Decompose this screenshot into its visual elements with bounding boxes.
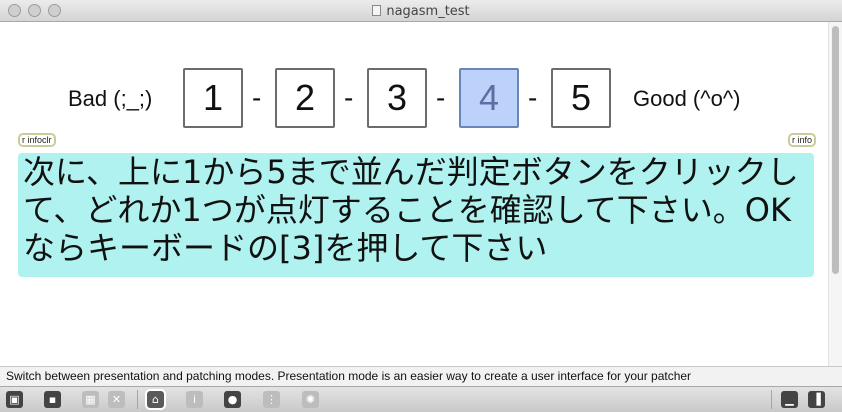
object-palette-icon[interactable]: ▦ <box>82 391 99 408</box>
rating-button-3[interactable]: 3 <box>367 68 427 128</box>
bottom-toolbar: ▣ ▪ ▦ ✕ ⌂ i ● ⋮ ✺ ▁ ▐ <box>0 386 842 412</box>
patcher-window-icon[interactable]: ▁ <box>781 391 798 408</box>
debug-icon[interactable]: ● <box>224 391 241 408</box>
dash-separator: - <box>436 82 446 113</box>
rating-button-5[interactable]: 5 <box>551 68 611 128</box>
status-bar: Switch between presentation and patching… <box>0 366 842 386</box>
sidebar-icon[interactable]: ▐ <box>808 391 825 408</box>
dash-separator: - <box>528 82 538 113</box>
bad-label: Bad (;_;) <box>68 86 153 111</box>
window-title-text: nagasm_test <box>386 4 470 19</box>
toolbar-divider <box>137 390 138 409</box>
toolbar-divider <box>771 390 772 409</box>
title-bar: nagasm_test <box>0 0 842 22</box>
inspector-icon[interactable]: i <box>186 391 203 408</box>
receive-info-object[interactable]: r info <box>788 133 817 147</box>
instruction-message: 次に、上に1から5まで並んだ判定ボタンをクリックして、どれか1つが点灯することを… <box>18 153 814 277</box>
vertical-scrollbar[interactable] <box>828 22 842 366</box>
scrollbar-thumb[interactable] <box>832 26 839 274</box>
dash-separator: - <box>344 82 354 113</box>
document-icon <box>372 5 382 16</box>
rating-button-2[interactable]: 2 <box>275 68 335 128</box>
dash-separator: - <box>252 82 262 113</box>
grid-icon[interactable]: ⋮ <box>263 391 280 408</box>
rating-button-4[interactable]: 4 <box>459 68 519 128</box>
presentation-mode-icon[interactable]: ⌂ <box>145 389 166 410</box>
patcher-canvas[interactable]: Bad (;_;) 1 - 2 - 3 - 4 - 5 Good (^o^) r… <box>0 22 828 366</box>
settings-icon[interactable]: ✺ <box>302 391 319 408</box>
good-label: Good (^o^) <box>633 86 741 111</box>
receive-infoclr-object[interactable]: r infoclr <box>18 133 56 147</box>
new-object-icon[interactable]: ▪ <box>44 391 61 408</box>
window-title: nagasm_test <box>0 4 842 19</box>
rating-button-1[interactable]: 1 <box>183 68 243 128</box>
close-box-icon[interactable]: ✕ <box>108 391 125 408</box>
lock-icon[interactable]: ▣ <box>6 391 23 408</box>
